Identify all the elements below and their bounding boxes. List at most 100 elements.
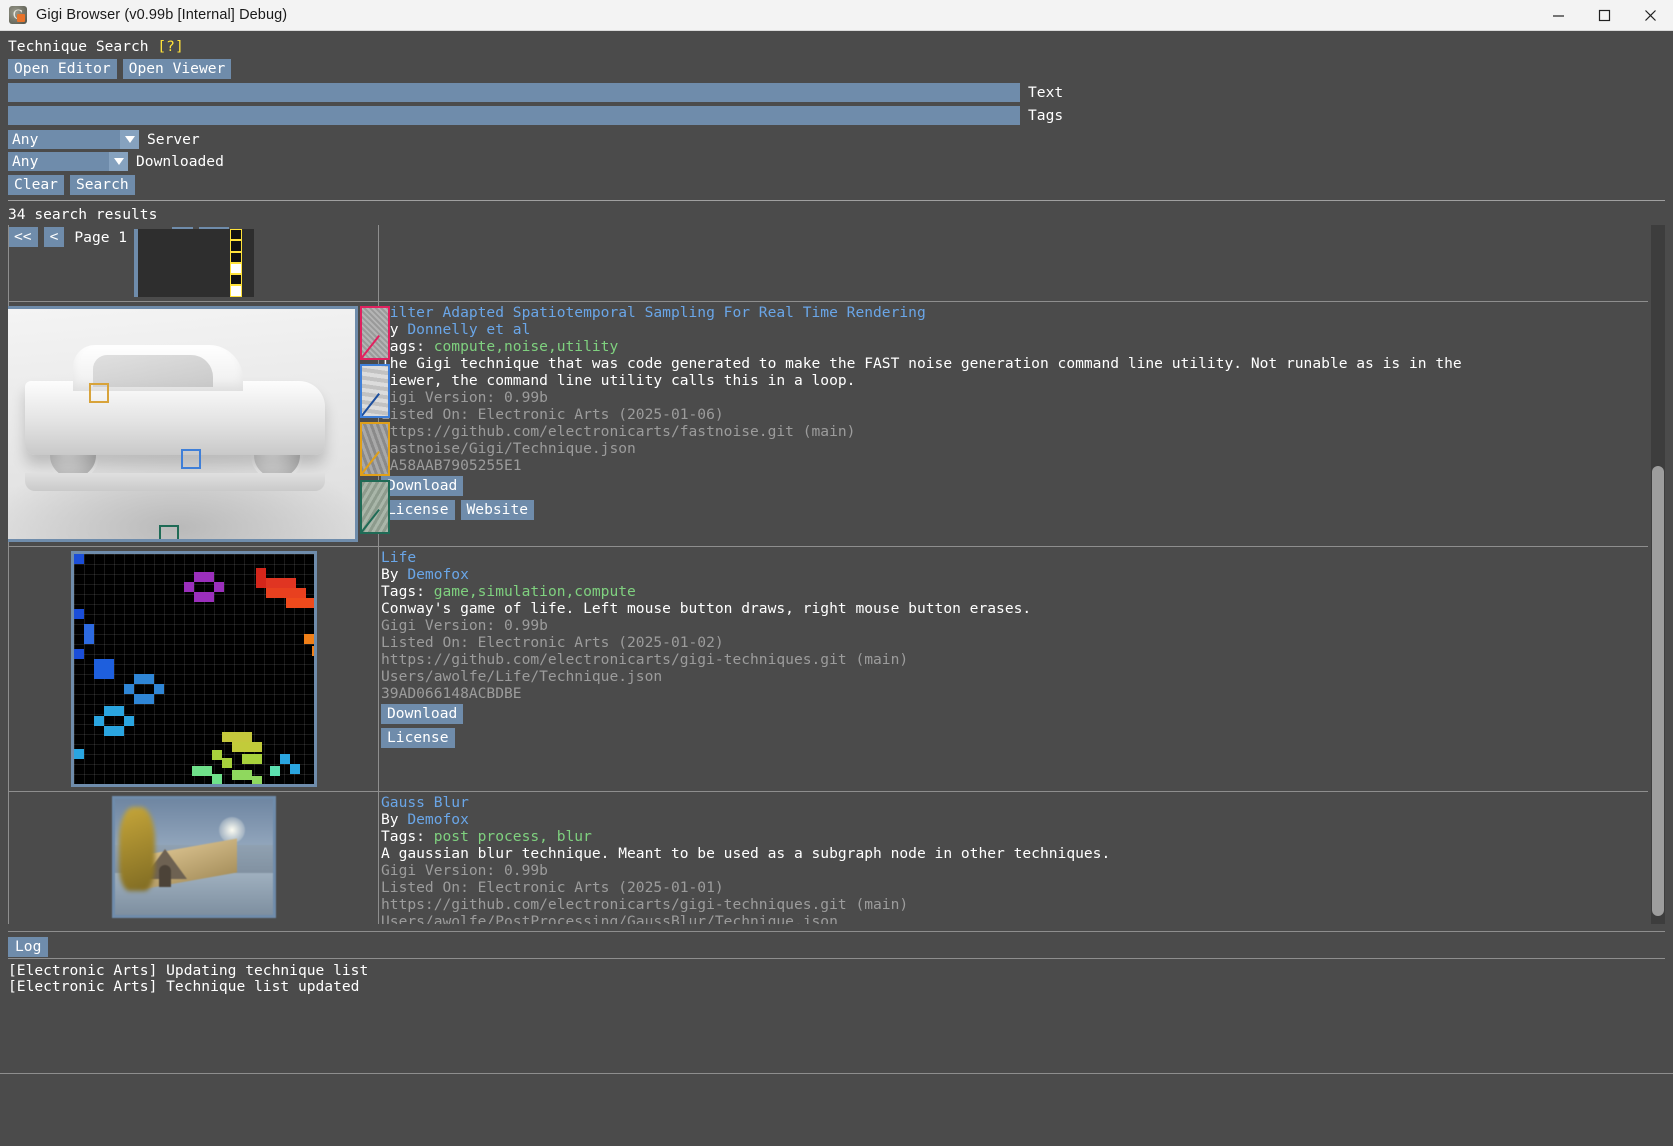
result-tags: game,simulation,compute bbox=[433, 583, 636, 600]
minimize-icon[interactable] bbox=[1535, 0, 1581, 31]
crop-thumbnail-yellow[interactable] bbox=[359, 422, 390, 476]
result-row[interactable] bbox=[9, 225, 1648, 302]
log-line: [Electronic Arts] Technique list updated bbox=[8, 978, 360, 995]
window-controls bbox=[1535, 0, 1673, 31]
result-hash: 9A58AAB7905255E1 bbox=[381, 457, 522, 474]
result-info: Filter Adapted Spatiotemporal Sampling F… bbox=[379, 302, 1648, 546]
result-thumbnail[interactable] bbox=[8, 302, 390, 546]
chevron-down-icon bbox=[120, 130, 139, 149]
result-row[interactable]: Filter Adapted Spatiotemporal Sampling F… bbox=[8, 301, 1648, 547]
crop-thumbnail-blue[interactable] bbox=[359, 364, 390, 418]
crop-thumbnail-magenta[interactable] bbox=[359, 306, 390, 360]
results-scrollbar[interactable] bbox=[1651, 225, 1665, 924]
result-secondary-actions: License Website bbox=[381, 500, 1648, 520]
download-button[interactable]: Download bbox=[381, 476, 464, 496]
result-primary-actions: Download bbox=[381, 476, 1648, 496]
result-row[interactable]: Life By Demofox Tags: game,simulation,co… bbox=[9, 546, 1648, 792]
chevron-down-icon bbox=[109, 152, 128, 171]
downloaded-filter-label: Downloaded bbox=[136, 153, 224, 170]
log-tab-bar: Log bbox=[8, 937, 49, 957]
result-description: The Gigi technique that was code generat… bbox=[381, 355, 1462, 389]
result-tags-line: Tags: compute,noise,utility bbox=[381, 338, 1648, 355]
result-thumbnail[interactable] bbox=[9, 792, 379, 924]
result-version: Gigi Version: 0.99b bbox=[381, 617, 548, 634]
result-listed-on: Listed On: Electronic Arts (2025-01-01) bbox=[381, 879, 724, 896]
license-button[interactable]: License bbox=[381, 500, 455, 520]
maximize-icon[interactable] bbox=[1581, 0, 1627, 31]
result-author-line: By Donnelly et al bbox=[381, 321, 1648, 338]
zoom-crop-thumbnails[interactable] bbox=[359, 306, 390, 534]
text-search-input[interactable] bbox=[8, 83, 1020, 102]
result-thumbnail[interactable] bbox=[9, 225, 379, 301]
log-body: [Electronic Arts] Updating technique lis… bbox=[8, 963, 1665, 995]
crop-thumbnail-green[interactable] bbox=[359, 480, 390, 534]
tags-search-row: Tags bbox=[8, 105, 1673, 126]
section-heading: Technique Search [?] bbox=[8, 38, 1673, 55]
open-editor-button[interactable]: Open Editor bbox=[8, 59, 117, 79]
log-line: [Electronic Arts] Updating technique lis… bbox=[8, 962, 369, 979]
result-path: Users/awolfe/Life/Technique.json bbox=[381, 668, 663, 685]
result-tags: post process, blur bbox=[433, 828, 592, 845]
result-row[interactable]: Gauss Blur By Demofox Tags: post process… bbox=[9, 791, 1648, 924]
by-prefix: By bbox=[381, 566, 408, 583]
help-link[interactable]: [?] bbox=[157, 38, 183, 55]
server-filter-label: Server bbox=[147, 131, 200, 148]
search-button[interactable]: Search bbox=[69, 175, 135, 195]
result-tags: compute,noise,utility bbox=[433, 338, 619, 355]
downloaded-filter-select[interactable]: Any bbox=[8, 152, 128, 171]
result-author-line: By Demofox bbox=[381, 566, 1648, 583]
tags-search-input[interactable] bbox=[8, 106, 1020, 125]
game-of-life-thumbnail bbox=[70, 551, 317, 787]
text-search-row: Text bbox=[8, 82, 1673, 103]
tags-prefix: Tags: bbox=[381, 583, 434, 600]
result-author[interactable]: Demofox bbox=[407, 566, 469, 583]
strip-cells bbox=[229, 229, 242, 297]
results-list-viewport: Filter Adapted Spatiotemporal Sampling F… bbox=[8, 225, 1665, 924]
car-render-thumbnail bbox=[8, 306, 358, 542]
tool-buttons-row: Open Editor Open Viewer bbox=[8, 59, 1673, 79]
tags-search-label: Tags bbox=[1028, 107, 1064, 124]
text-search-label: Text bbox=[1028, 84, 1064, 101]
result-thumbnail[interactable] bbox=[9, 547, 379, 791]
server-filter-select[interactable]: Any bbox=[8, 130, 139, 149]
result-author[interactable]: Donnelly et al bbox=[407, 321, 530, 338]
result-title[interactable]: Gauss Blur bbox=[381, 794, 1648, 811]
clear-button[interactable]: Clear bbox=[8, 175, 64, 195]
result-repo: https://github.com/electronicarts/gigi-t… bbox=[381, 896, 909, 913]
result-path: fastnoise/Gigi/Technique.json bbox=[381, 440, 636, 457]
results-count: 34 search results bbox=[8, 206, 158, 223]
result-secondary-actions: License bbox=[381, 728, 1648, 748]
result-info: Gauss Blur By Demofox Tags: post process… bbox=[379, 792, 1648, 924]
downloaded-filter-value: Any bbox=[12, 153, 39, 170]
result-repo: https://github.com/electronicarts/gigi-t… bbox=[381, 651, 909, 668]
landscape-photo-thumbnail bbox=[111, 796, 276, 918]
license-button[interactable]: License bbox=[381, 728, 455, 748]
result-version: Gigi Version: 0.99b bbox=[381, 389, 548, 406]
close-icon[interactable] bbox=[1627, 0, 1673, 31]
website-button[interactable]: Website bbox=[460, 500, 535, 520]
result-info: Life By Demofox Tags: game,simulation,co… bbox=[379, 547, 1648, 791]
results-scrollbar-thumb[interactable] bbox=[1652, 466, 1664, 916]
results-list: Filter Adapted Spatiotemporal Sampling F… bbox=[8, 225, 1648, 924]
download-button[interactable]: Download bbox=[381, 704, 464, 724]
result-version: Gigi Version: 0.99b bbox=[381, 862, 548, 879]
yellow-black-strip-thumbnail bbox=[133, 229, 254, 297]
server-filter-value: Any bbox=[12, 131, 39, 148]
result-title[interactable]: Life bbox=[381, 549, 1648, 566]
search-actions-row: Clear Search bbox=[8, 175, 1673, 195]
divider bbox=[8, 200, 1665, 201]
result-listed-on: Listed On: Electronic Arts (2025-01-06) bbox=[381, 406, 724, 423]
result-title[interactable]: Filter Adapted Spatiotemporal Sampling F… bbox=[381, 304, 1648, 321]
server-filter-row: Any Server bbox=[8, 130, 1673, 149]
result-repo: https://github.com/electronicarts/fastno… bbox=[381, 423, 856, 440]
tags-prefix: Tags: bbox=[381, 828, 434, 845]
result-primary-actions: Download bbox=[381, 704, 1648, 724]
window-title-bar: G Gigi Browser (v0.99b [Internal] Debug) bbox=[0, 0, 1673, 31]
result-path: Users/awolfe/PostProcessing/GaussBlur/Te… bbox=[381, 913, 838, 924]
divider bbox=[8, 931, 1665, 932]
result-author[interactable]: Demofox bbox=[407, 811, 469, 828]
gigi-logo-icon: G bbox=[9, 6, 27, 24]
open-viewer-button[interactable]: Open Viewer bbox=[122, 59, 232, 79]
tab-log[interactable]: Log bbox=[8, 937, 49, 957]
section-heading-text: Technique Search bbox=[8, 38, 149, 55]
